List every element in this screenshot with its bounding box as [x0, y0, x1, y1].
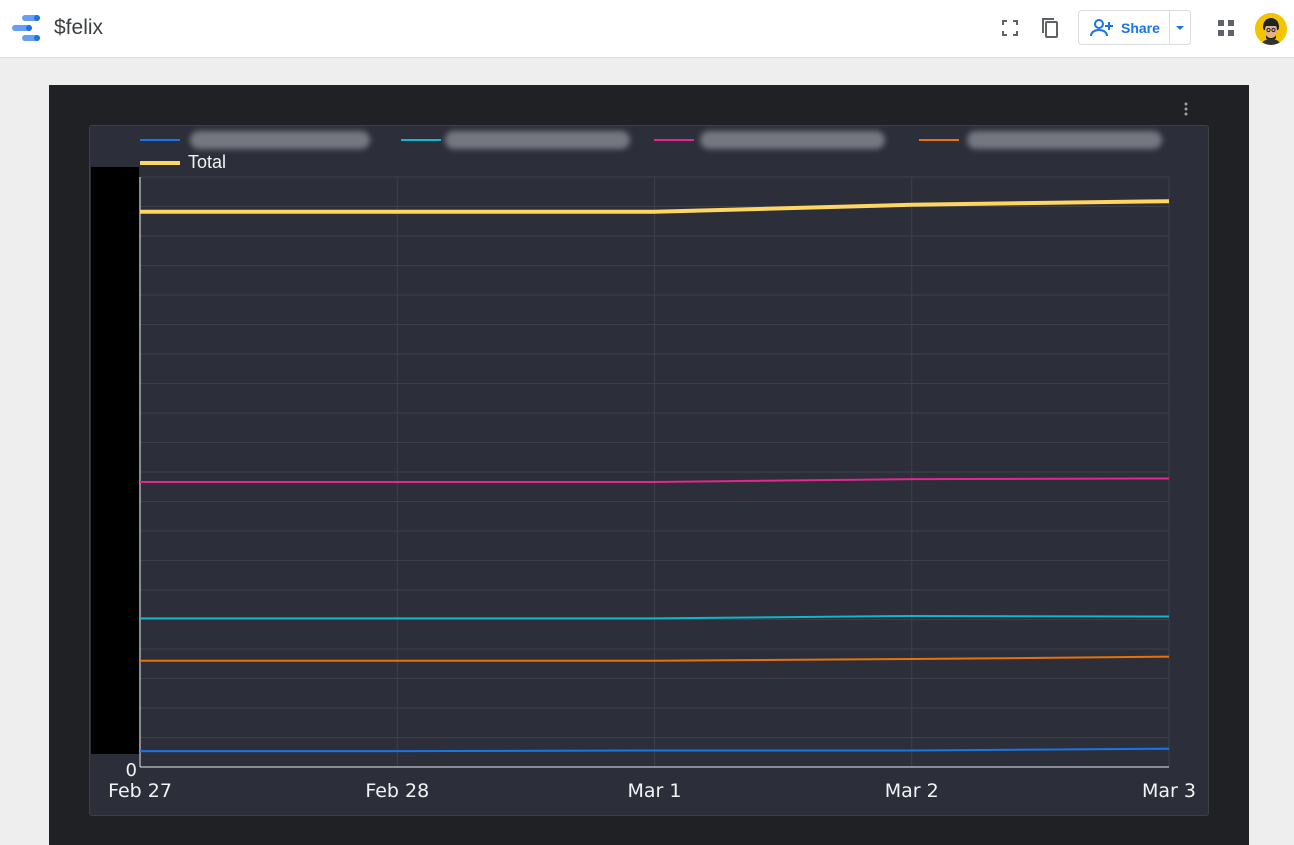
legend-swatch [140, 139, 180, 141]
report-title[interactable]: $felix [54, 15, 103, 41]
legend-swatch [401, 139, 441, 141]
legend-label-total: Total [188, 152, 227, 172]
share-button[interactable]: Share [1079, 11, 1169, 44]
top-bar: $felix Share [0, 0, 1294, 58]
share-label: Share [1121, 19, 1160, 36]
legend-label-redacted [700, 131, 885, 149]
data-studio-logo-icon[interactable] [12, 14, 42, 42]
copy-icon[interactable] [1038, 16, 1062, 40]
legend-swatch [140, 161, 180, 165]
legend-label-redacted [967, 131, 1162, 149]
apps-grid-icon[interactable] [1214, 16, 1238, 40]
avatar[interactable] [1255, 13, 1287, 45]
chart-card[interactable] [89, 125, 1209, 816]
share-options-caret[interactable] [1169, 11, 1190, 44]
legend-item[interactable] [919, 130, 1169, 150]
legend-item-total[interactable]: Total [140, 152, 260, 172]
person-add-icon [1090, 18, 1113, 36]
share-button-group: Share [1078, 10, 1191, 45]
legend-label-redacted [445, 131, 630, 149]
caret-down-icon [1176, 25, 1185, 30]
legend-item[interactable] [401, 130, 636, 150]
legend-swatch [654, 139, 694, 141]
legend-item[interactable] [140, 130, 380, 150]
more-vert-icon[interactable] [1182, 101, 1190, 117]
fullscreen-icon[interactable] [998, 16, 1022, 40]
legend-item[interactable] [654, 130, 894, 150]
redacted-y-axis-labels [91, 167, 139, 754]
legend-label-redacted [190, 131, 370, 149]
legend-swatch [919, 139, 959, 141]
